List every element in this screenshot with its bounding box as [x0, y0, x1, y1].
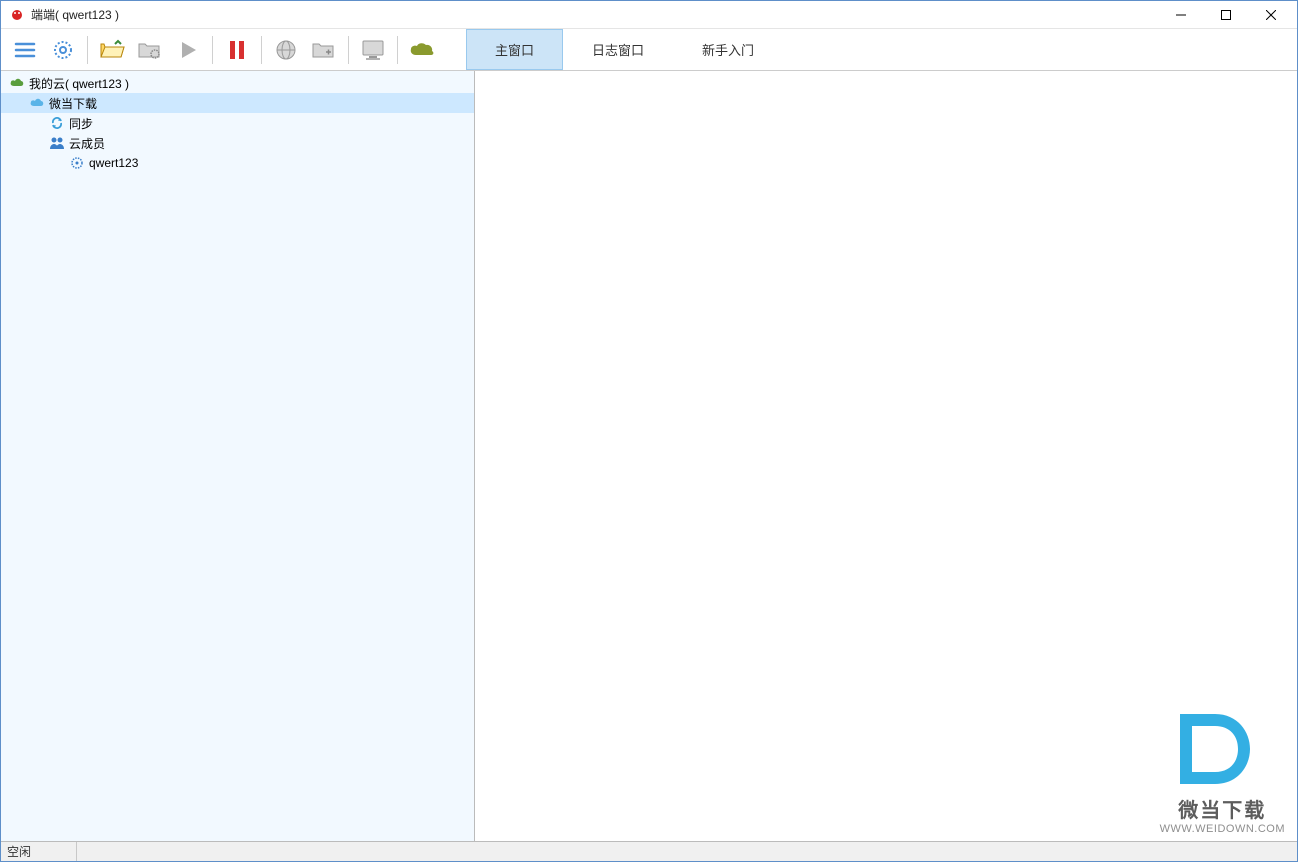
tab-log-window[interactable]: 日志窗口 [563, 29, 673, 70]
tree-item-label: qwert123 [89, 156, 138, 170]
watermark-brand: 微当下载 [1160, 794, 1285, 823]
tree-item-cloud-members[interactable]: 云成员 [1, 133, 474, 153]
app-icon [9, 7, 25, 23]
tab-label: 主窗口 [495, 40, 534, 59]
tab-main-window[interactable]: 主窗口 [466, 29, 563, 70]
sync-icon [49, 115, 65, 131]
window-controls [1158, 1, 1293, 29]
cloud-icon [29, 95, 45, 111]
tree-item-label: 我的云( qwert123 ) [29, 75, 129, 92]
watermark-url: WWW.WEIDOWN.COM [1160, 823, 1285, 835]
tab-beginner-guide[interactable]: 新手入门 [673, 29, 783, 70]
statusbar: 空闲 [1, 841, 1297, 861]
tab-label: 新手入门 [702, 40, 754, 59]
globe-button[interactable] [268, 32, 304, 68]
tree-root-my-cloud[interactable]: 我的云( qwert123 ) [1, 73, 474, 93]
toolbar-separator [348, 36, 349, 64]
maximize-button[interactable] [1203, 1, 1248, 29]
toolbar-separator [397, 36, 398, 64]
folder-button[interactable] [306, 32, 342, 68]
watermark: 微当下载 WWW.WEIDOWN.COM [1160, 704, 1285, 835]
tree-item-label: 同步 [69, 115, 93, 132]
minimize-button[interactable] [1158, 1, 1203, 29]
tab-label: 日志窗口 [592, 40, 644, 59]
folder-settings-button[interactable] [132, 32, 168, 68]
play-button[interactable] [170, 32, 206, 68]
gear-icon [69, 155, 85, 171]
open-folder-button[interactable] [94, 32, 130, 68]
main-area: 我的云( qwert123 ) 微当下载 同步 云成员 qwert123 [1, 71, 1297, 841]
tabs: 主窗口 日志窗口 新手入门 [466, 29, 783, 70]
tree-item-label: 云成员 [69, 135, 105, 152]
sidebar-tree[interactable]: 我的云( qwert123 ) 微当下载 同步 云成员 qwert123 [1, 71, 475, 841]
status-text: 空闲 [7, 842, 77, 861]
content-area: 微当下载 WWW.WEIDOWN.COM [475, 71, 1297, 841]
toolbar-separator [261, 36, 262, 64]
titlebar: 端端( qwert123 ) [1, 1, 1297, 29]
gear-button[interactable] [45, 32, 81, 68]
toolbar-separator [212, 36, 213, 64]
tree-item-user-qwert123[interactable]: qwert123 [1, 153, 474, 173]
watermark-logo-icon [1160, 704, 1285, 794]
toolbar: 主窗口 日志窗口 新手入门 [1, 29, 1297, 71]
tree-item-weidang-download[interactable]: 微当下载 [1, 93, 474, 113]
monitor-button[interactable] [355, 32, 391, 68]
window-title: 端端( qwert123 ) [31, 6, 1158, 23]
cloud-icon [9, 75, 25, 91]
tree-item-sync[interactable]: 同步 [1, 113, 474, 133]
menu-button[interactable] [7, 32, 43, 68]
toolbar-separator [87, 36, 88, 64]
pause-button[interactable] [219, 32, 255, 68]
users-icon [49, 135, 65, 151]
tree-item-label: 微当下载 [49, 95, 97, 112]
close-button[interactable] [1248, 1, 1293, 29]
cloud-button[interactable] [404, 32, 440, 68]
